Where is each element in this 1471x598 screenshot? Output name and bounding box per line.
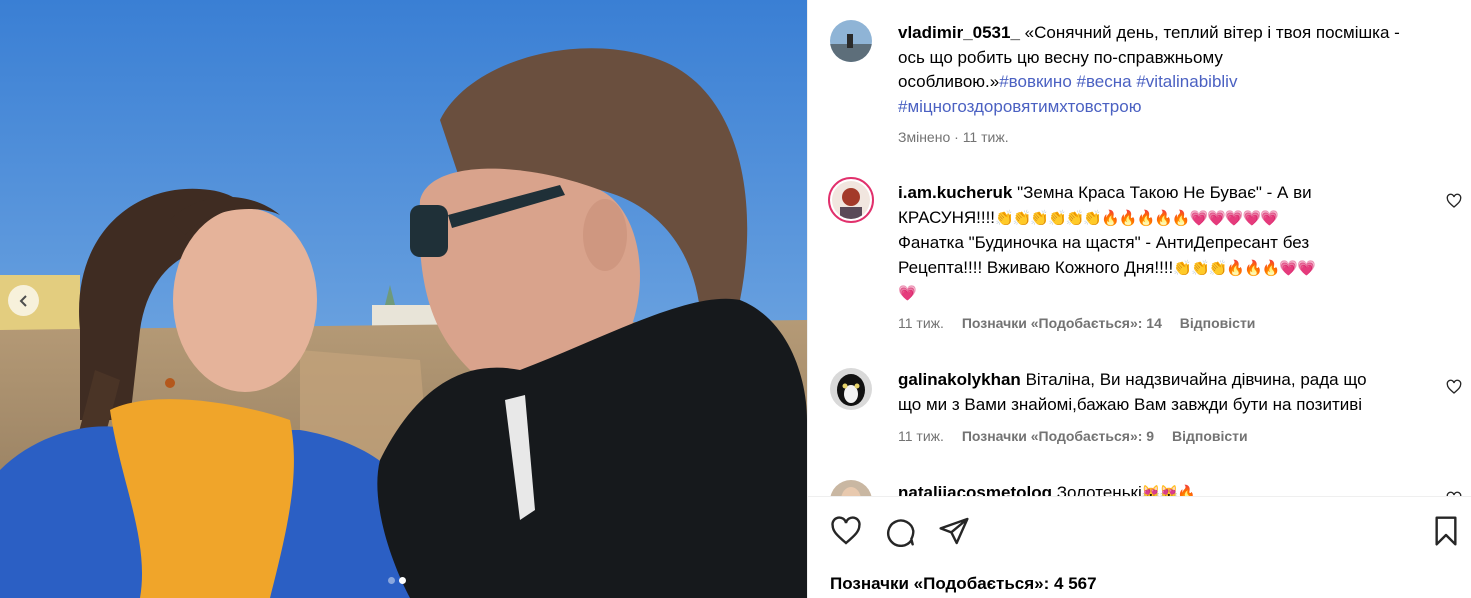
send-icon bbox=[939, 517, 969, 545]
heart-icon bbox=[831, 516, 861, 545]
post-media[interactable] bbox=[0, 0, 807, 598]
caption-text-3: особливою.» bbox=[898, 72, 1000, 91]
commenter-avatar[interactable] bbox=[828, 177, 874, 223]
comment-likes[interactable]: Позначки «Подобається»: 9 bbox=[962, 428, 1154, 444]
comment-emoji: 💗 bbox=[898, 285, 917, 302]
post-time[interactable]: 11 тиж. bbox=[963, 129, 1009, 145]
commenter-username[interactable]: nataliiacosmetolog bbox=[898, 483, 1052, 496]
comment-time[interactable]: 11 тиж. bbox=[898, 315, 944, 331]
avatar-image bbox=[830, 368, 872, 410]
comment-icon bbox=[887, 519, 915, 548]
commenter-username[interactable]: i.am.kucheruk bbox=[898, 183, 1012, 202]
comment-emoji: 👏👏👏👏👏👏🔥🔥🔥🔥🔥💗💗💗💗💗 bbox=[995, 209, 1279, 227]
post-side-panel: vladimir_0531_ «Сонячний день, теплий ві… bbox=[807, 0, 1471, 598]
comment-time[interactable]: 11 тиж. bbox=[898, 428, 944, 444]
carousel-indicator bbox=[388, 577, 406, 584]
comment-emoji: 👏👏👏🔥🔥🔥💗💗 bbox=[1173, 259, 1315, 277]
comments-scroll-area[interactable]: vladimir_0531_ «Сонячний день, теплий ві… bbox=[808, 0, 1471, 496]
avatar-image bbox=[830, 20, 872, 62]
comment-like-button[interactable] bbox=[1446, 379, 1462, 400]
bookmark-icon bbox=[1435, 516, 1457, 546]
avatar-image bbox=[832, 181, 870, 219]
caption-text-2: ось що робить цю весну по-справжньому bbox=[898, 47, 1223, 67]
comment-button[interactable] bbox=[884, 515, 916, 552]
commenter-avatar[interactable] bbox=[830, 480, 872, 496]
comment-meta: 11 тиж. Позначки «Подобається»: 14 Відпо… bbox=[898, 315, 1255, 331]
comment-text: Золотенькі bbox=[1056, 483, 1142, 496]
reply-button[interactable]: Відповісти bbox=[1172, 428, 1248, 444]
hashtag-link[interactable]: #міцногоздоровятимхтовстрою bbox=[898, 97, 1141, 116]
edited-label: Змінено bbox=[898, 129, 951, 145]
comment-body: i.am.kucheruk "Земна Краса Такою Не Бува… bbox=[898, 181, 1428, 307]
heart-icon bbox=[1446, 379, 1462, 394]
comment-like-button[interactable] bbox=[1446, 193, 1462, 214]
caption-meta: Змінено · 11 тиж. bbox=[898, 129, 1009, 145]
comment-text: що ми з Вами знайомі,бажаю Вам завжди бу… bbox=[898, 394, 1363, 414]
like-button[interactable] bbox=[830, 515, 862, 552]
comment-body: nataliiacosmetolog Золотенькі😻😻🔥 bbox=[898, 481, 1438, 496]
comment-text: Рецепта!!!! Вживаю Кожного Дня!!!! bbox=[898, 257, 1174, 277]
post-likes-count[interactable]: Позначки «Подобається»: 4 567 bbox=[830, 574, 1097, 594]
commenter-avatar[interactable] bbox=[830, 368, 872, 410]
comment-text: КРАСУНЯ!!!! bbox=[898, 207, 996, 227]
comment-likes[interactable]: Позначки «Подобається»: 14 bbox=[962, 315, 1162, 331]
author-username[interactable]: vladimir_0531_ bbox=[898, 23, 1020, 42]
comment-meta: 11 тиж. Позначки «Подобається»: 9 Відпов… bbox=[898, 428, 1248, 444]
commenter-username[interactable]: galinakolykhan bbox=[898, 370, 1021, 389]
reply-button[interactable]: Відповісти bbox=[1180, 315, 1256, 331]
chevron-left-icon bbox=[19, 294, 27, 307]
carousel-prev-button[interactable] bbox=[8, 285, 39, 316]
carousel-dot-active bbox=[399, 577, 406, 584]
comment-text: Фанатка "Будиночка на щастя" - АнтиДепре… bbox=[898, 233, 1310, 252]
post-caption: vladimir_0531_ «Сонячний день, теплий ві… bbox=[898, 21, 1458, 119]
save-button[interactable] bbox=[1430, 515, 1462, 552]
comment-text: "Земна Краса Такою Не Буває" - А ви bbox=[1017, 183, 1312, 202]
comment-text: Віталіна, Ви надзвичайна дівчина, рада щ… bbox=[1025, 370, 1367, 389]
post-photo bbox=[0, 0, 807, 598]
share-button[interactable] bbox=[938, 515, 970, 552]
carousel-dot bbox=[388, 577, 395, 584]
author-avatar[interactable] bbox=[830, 20, 872, 62]
comment-body: galinakolykhan Віталіна, Ви надзвичайна … bbox=[898, 368, 1438, 417]
hashtag-link[interactable]: #весна bbox=[1077, 72, 1132, 91]
comment-emoji: 😻😻🔥 bbox=[1141, 485, 1196, 496]
caption-text-1: «Сонячний день, теплий вітер і твоя посм… bbox=[1024, 23, 1400, 42]
hashtag-link[interactable]: #вовкино bbox=[999, 72, 1072, 91]
hashtag-link[interactable]: #vitalinabibliv bbox=[1136, 72, 1237, 91]
heart-icon bbox=[1446, 193, 1462, 208]
avatar-image bbox=[830, 480, 872, 496]
